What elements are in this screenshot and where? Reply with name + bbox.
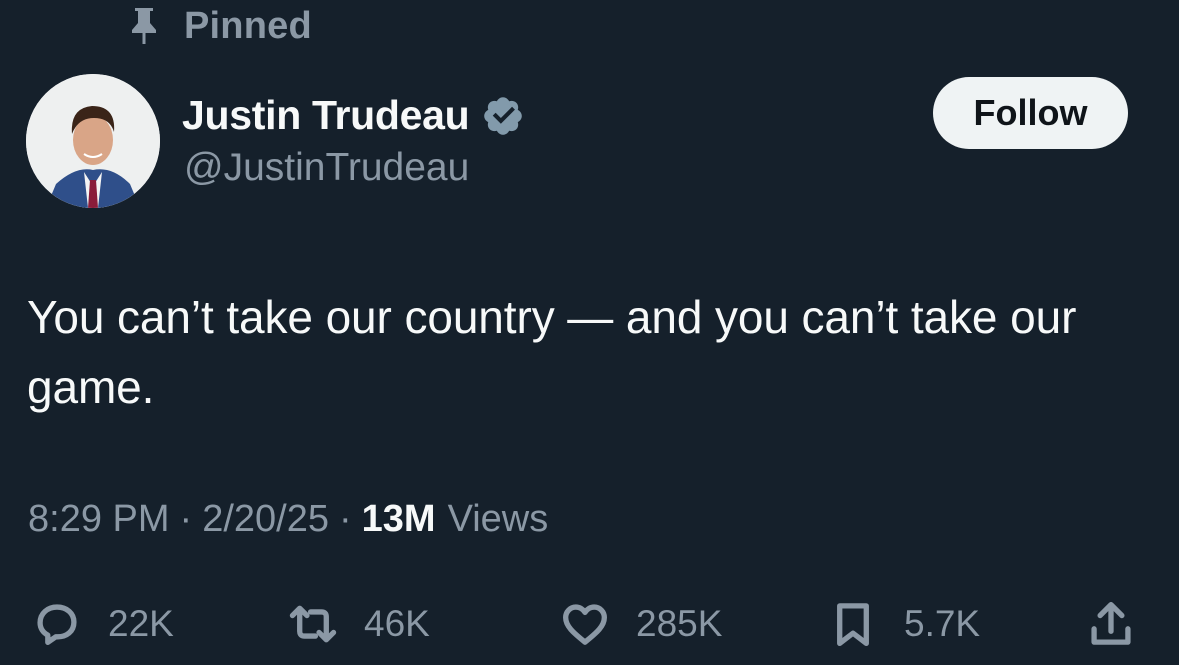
pin-icon	[132, 8, 156, 44]
profile-photo-icon	[26, 74, 160, 208]
bookmark-button[interactable]: 5.7K	[824, 592, 980, 656]
tweet-metadata: 8:29 PM · 2/20/25 · 13M Views	[28, 498, 548, 541]
views-label[interactable]: Views	[448, 498, 549, 541]
tweet-action-bar: 22K 46K 285K 5.7K	[28, 592, 1148, 656]
avatar[interactable]	[26, 74, 160, 208]
bookmark-icon	[837, 603, 869, 646]
tweet-text: You can’t take our country — and you can…	[27, 291, 1077, 413]
like-count: 285K	[636, 603, 723, 644]
retweet-icon	[289, 605, 337, 643]
bookmark-count: 5.7K	[904, 603, 981, 644]
meta-separator: ·	[338, 498, 352, 540]
reply-icon	[37, 604, 77, 646]
retweet-count: 46K	[364, 603, 430, 644]
meta-separator: ·	[179, 498, 193, 540]
reply-count: 22K	[108, 603, 174, 644]
share-button[interactable]	[1082, 592, 1140, 656]
heart-icon	[563, 604, 607, 645]
pinned-indicator: Pinned	[126, 4, 312, 48]
follow-button[interactable]: Follow	[933, 77, 1128, 149]
pinned-label: Pinned	[184, 4, 312, 47]
retweet-button[interactable]: 46K	[284, 592, 430, 656]
reply-button[interactable]: 22K	[28, 592, 174, 656]
tweet-date[interactable]: 2/20/25	[202, 498, 329, 541]
author-handle[interactable]: @JustinTrudeau	[184, 146, 469, 190]
author-name-row[interactable]: Justin Trudeau	[182, 92, 525, 139]
tweet-time[interactable]: 8:29 PM	[28, 498, 170, 541]
like-button[interactable]: 285K	[556, 592, 722, 656]
author-display-name[interactable]: Justin Trudeau	[182, 92, 470, 139]
verified-badge-icon	[484, 96, 523, 135]
views-count[interactable]: 13M	[362, 498, 436, 541]
share-icon	[1091, 602, 1131, 645]
